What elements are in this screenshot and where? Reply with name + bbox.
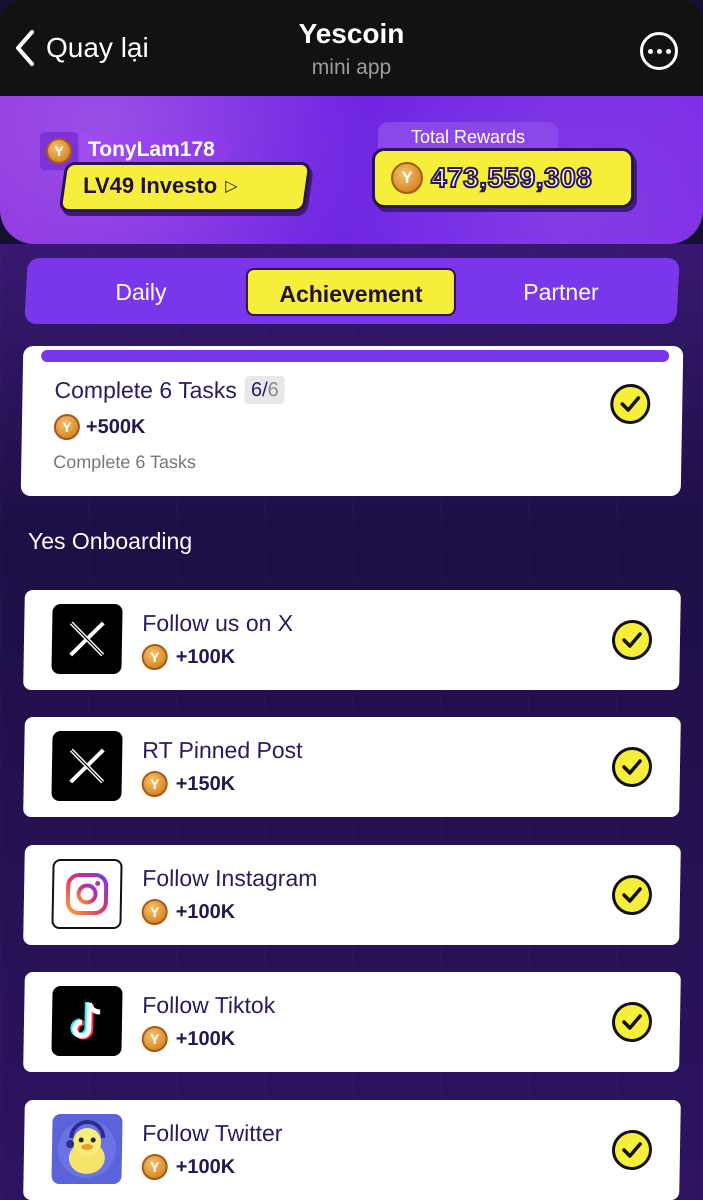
summary-title: Complete 6 Tasks	[54, 376, 238, 403]
app-subtitle: mini app	[311, 56, 392, 79]
total-rewards-box: Y 473,559,308	[372, 148, 634, 208]
checkmark-icon	[611, 1130, 653, 1170]
app-title: Yescoin	[298, 18, 405, 49]
more-options-button[interactable]	[640, 32, 678, 70]
count-total: 6	[267, 379, 279, 401]
x-logo-icon	[51, 604, 123, 674]
checkmark-icon	[609, 384, 651, 424]
total-rewards-value: 473,559,308	[430, 161, 593, 194]
task-reward: Y +100K	[141, 1154, 235, 1180]
task-reward: Y +100K	[141, 1026, 235, 1052]
tab-partner[interactable]: Partner	[476, 268, 646, 316]
yescoin-icon: Y	[141, 1154, 168, 1180]
dot-icon	[665, 48, 671, 54]
instagram-icon	[51, 859, 123, 929]
duck-avatar-icon	[51, 1114, 123, 1184]
tab-daily[interactable]: Daily	[56, 268, 226, 316]
yescoin-icon: Y	[141, 899, 168, 925]
level-badge[interactable]: LV49 Investo ▷	[58, 162, 312, 212]
dot-icon	[647, 48, 653, 54]
checkmark-icon	[611, 1002, 653, 1042]
section-title: Yes Onboarding	[28, 528, 193, 554]
yescoin-icon: Y	[141, 771, 168, 797]
task-reward-value: +100K	[175, 900, 236, 923]
task-reward-value: +150K	[175, 772, 236, 795]
task-reward: Y +100K	[141, 644, 235, 670]
top-nav-bar: Quay lại Yescoin mini app	[0, 0, 703, 96]
yescoin-icon: Y	[391, 162, 423, 194]
yescoin-icon: Y	[46, 138, 72, 164]
checkmark-icon	[611, 747, 653, 787]
progress-bar	[41, 350, 670, 362]
task-reward-value: +100K	[175, 1155, 236, 1178]
task-name: Follow Instagram	[142, 865, 318, 891]
dot-icon	[656, 48, 662, 54]
task-tabs: Daily Achievement Partner	[24, 258, 680, 324]
play-arrow-icon: ▷	[225, 178, 238, 195]
task-reward: Y +100K	[141, 899, 235, 925]
level-label: LV49 Investo	[83, 173, 218, 198]
achievement-summary-card[interactable]: Complete 6 Tasks 6/6 Y +500K Complete 6 …	[20, 346, 684, 496]
summary-reward: Y +500K	[53, 414, 146, 440]
yescoin-icon: Y	[53, 414, 81, 440]
task-name: Follow us on X	[142, 610, 294, 636]
task-reward: Y +150K	[141, 771, 235, 797]
task-card[interactable]: Follow us on X Y +100K	[23, 590, 681, 690]
yescoin-icon: Y	[141, 644, 168, 670]
task-reward-value: +100K	[175, 1027, 236, 1050]
task-card[interactable]: RT Pinned Post Y +150K	[23, 717, 681, 817]
task-card[interactable]: Follow Instagram Y +100K	[23, 845, 681, 945]
checkmark-icon	[611, 620, 653, 660]
summary-title-row: Complete 6 Tasks 6/6	[54, 376, 285, 404]
count-done: 6	[250, 379, 263, 401]
tab-achievement[interactable]: Achievement	[245, 268, 456, 316]
task-name: RT Pinned Post	[142, 737, 303, 763]
summary-reward-value: +500K	[85, 415, 146, 438]
checkmark-icon	[611, 875, 653, 915]
summary-description: Complete 6 Tasks	[53, 452, 197, 472]
yescoin-icon: Y	[141, 1026, 168, 1052]
x-logo-icon	[51, 731, 123, 801]
task-name: Follow Tiktok	[142, 992, 276, 1018]
task-card[interactable]: Follow Twitter Y +100K	[23, 1100, 681, 1200]
task-reward-value: +100K	[175, 645, 236, 668]
task-card[interactable]: Follow Tiktok Y +100K	[23, 972, 681, 1072]
tiktok-icon	[51, 986, 123, 1056]
task-count-badge: 6/6	[244, 376, 285, 404]
task-name: Follow Twitter	[142, 1120, 283, 1146]
